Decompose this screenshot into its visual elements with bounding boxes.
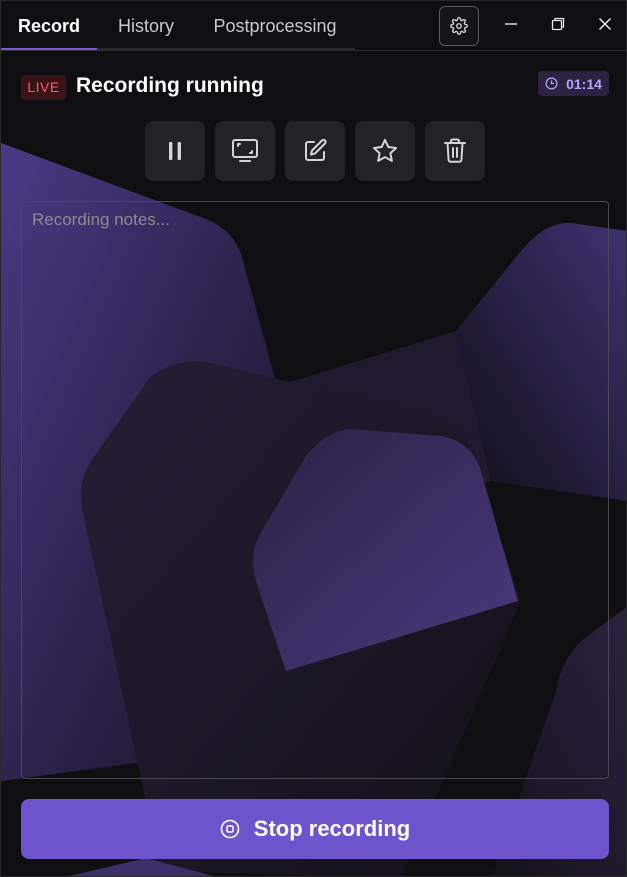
trash-icon — [444, 138, 466, 163]
pause-button[interactable] — [145, 121, 205, 181]
star-icon — [372, 138, 398, 162]
tab-history[interactable]: History — [97, 1, 195, 51]
tab-bar: Record History Postprocessing — [1, 1, 626, 51]
clock-icon — [545, 77, 558, 90]
recording-notes-input[interactable] — [21, 201, 609, 779]
screen-icon — [232, 139, 258, 162]
edit-icon — [305, 138, 327, 161]
pause-icon — [169, 142, 181, 160]
stop-circle-icon — [220, 819, 240, 839]
stop-recording-button[interactable]: Stop recording — [21, 799, 609, 859]
delete-button[interactable] — [425, 121, 485, 181]
timer-text: 01:14 — [566, 75, 602, 92]
edit-button[interactable] — [285, 121, 345, 181]
restore-button[interactable] — [540, 9, 576, 39]
screen-button[interactable] — [215, 121, 275, 181]
timer-badge: 01:14 — [538, 71, 609, 96]
live-badge: LIVE — [21, 75, 66, 100]
favorite-button[interactable] — [355, 121, 415, 181]
close-icon — [598, 17, 612, 31]
tab-record[interactable]: Record — [1, 1, 97, 51]
gear-icon — [450, 17, 468, 35]
minimize-button[interactable] — [493, 9, 529, 39]
tab-divider — [97, 48, 355, 50]
restore-icon — [551, 17, 565, 31]
tab-postprocessing[interactable]: Postprocessing — [195, 1, 355, 51]
app-window: Record History Postprocessing LIVE Recor… — [0, 0, 627, 877]
stop-recording-label: Stop recording — [253, 816, 411, 841]
close-button[interactable] — [587, 9, 623, 39]
recording-status-title: Recording running — [76, 74, 264, 97]
minimize-icon — [505, 23, 517, 25]
settings-button[interactable] — [439, 6, 479, 46]
active-tab-indicator — [1, 48, 97, 50]
